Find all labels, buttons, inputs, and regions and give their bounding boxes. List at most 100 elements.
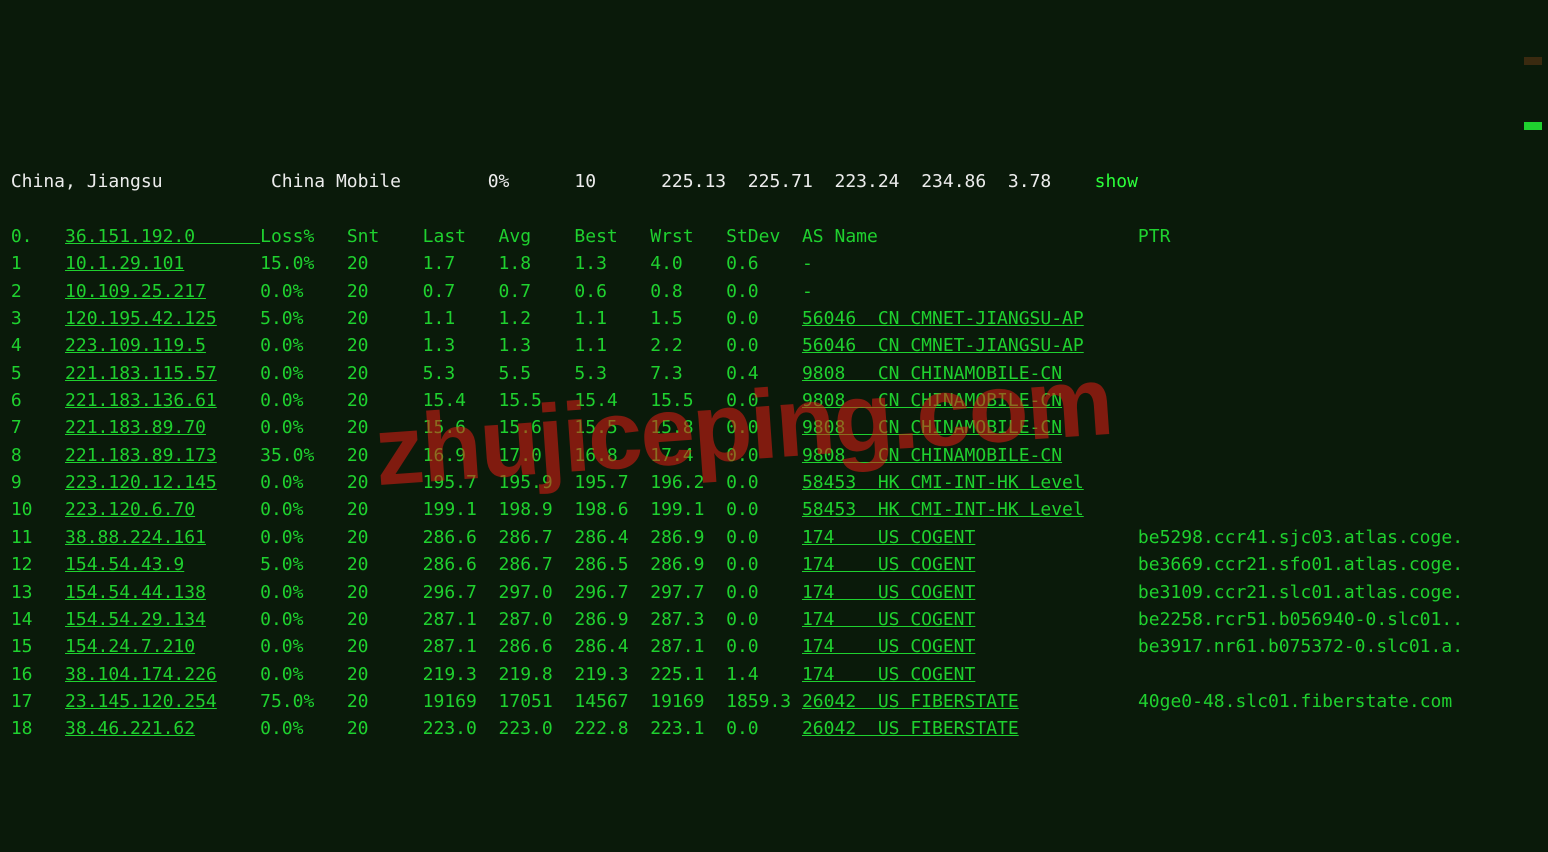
hop-asname[interactable]: 174 US COGENT: [802, 527, 975, 548]
pad: [975, 609, 1138, 630]
hop-asname[interactable]: 174 US COGENT: [802, 554, 975, 575]
hop-row: 10 223.120.6.70 0.0% 20 199.1 198.9 198.…: [0, 496, 1548, 523]
hop-number: 17: [11, 691, 65, 712]
hop-host[interactable]: 223.120.12.145: [65, 472, 217, 493]
hop-asname[interactable]: 9808 CN CHINAMOBILE-CN: [802, 417, 1062, 438]
hop-avg: 15.5: [499, 390, 575, 411]
hop-asname[interactable]: 58453 HK CMI-INT-HK Level: [802, 472, 1084, 493]
hop-avg: 219.8: [499, 664, 575, 685]
hop-loss: 0.0%: [260, 335, 347, 356]
summary-last: 225.13: [661, 171, 748, 192]
hop-snt: 20: [347, 718, 423, 739]
hop-asname[interactable]: 9808 CN CHINAMOBILE-CN: [802, 390, 1062, 411]
hop-host[interactable]: 38.46.221.62: [65, 718, 195, 739]
pad: [975, 636, 1138, 657]
hop-host[interactable]: 221.183.136.61: [65, 390, 217, 411]
hop-avg: 5.5: [499, 363, 575, 384]
hop-stdev: 0.0: [726, 582, 802, 603]
hop-asn: -: [802, 253, 813, 274]
hop-number: 1: [11, 253, 65, 274]
hop-host[interactable]: 10.1.29.101: [65, 253, 184, 274]
hop-asname[interactable]: 58453 HK CMI-INT-HK Level: [802, 499, 1084, 520]
hop-row: 16 38.104.174.226 0.0% 20 219.3 219.8 21…: [0, 661, 1548, 688]
hop-host[interactable]: 154.24.7.210: [65, 636, 195, 657]
hop-asname[interactable]: 26042 US FIBERSTATE: [802, 691, 1019, 712]
hop-ptr: be3669.ccr21.sfo01.atlas.coge.: [1138, 554, 1463, 575]
hop-number: 4: [11, 335, 65, 356]
hop-wrst: 196.2: [650, 472, 726, 493]
hop-avg: 223.0: [499, 718, 575, 739]
hop-last: 1.1: [423, 308, 499, 329]
hop-host[interactable]: 154.54.43.9: [65, 554, 184, 575]
hop-host[interactable]: 38.104.174.226: [65, 664, 217, 685]
hop-wrst: 2.2: [650, 335, 726, 356]
hop-host[interactable]: 154.54.44.138: [65, 582, 206, 603]
hop-avg: 1.8: [499, 253, 575, 274]
hop-asname[interactable]: 26042 US FIBERSTATE: [802, 718, 1019, 739]
pad: [813, 281, 1138, 302]
hop-snt: 20: [347, 335, 423, 356]
hop-avg: 15.6: [499, 417, 575, 438]
hop-stdev: 1859.3: [726, 691, 802, 712]
hop-last: 287.1: [423, 636, 499, 657]
hop-best: 16.8: [574, 445, 650, 466]
hop-asname[interactable]: 9808 CN CHINAMOBILE-CN: [802, 363, 1062, 384]
hop-last: 1.7: [423, 253, 499, 274]
hop-best: 198.6: [574, 499, 650, 520]
hop-snt: 20: [347, 691, 423, 712]
hop-row: 6 221.183.136.61 0.0% 20 15.4 15.5 15.4 …: [0, 387, 1548, 414]
hop-best: 222.8: [574, 718, 650, 739]
hop-best: 286.9: [574, 609, 650, 630]
hop-host[interactable]: 10.109.25.217: [65, 281, 206, 302]
hop-host[interactable]: 23.145.120.254: [65, 691, 217, 712]
hop-last: 286.6: [423, 527, 499, 548]
pad: [217, 390, 260, 411]
hop-wrst: 223.1: [650, 718, 726, 739]
hop-asname[interactable]: 174 US COGENT: [802, 636, 975, 657]
hop-best: 286.4: [574, 527, 650, 548]
indicator-box: [1524, 122, 1542, 130]
pad: [195, 499, 260, 520]
hop-avg: 286.7: [499, 554, 575, 575]
hop-host[interactable]: 223.120.6.70: [65, 499, 195, 520]
hop-wrst: 4.0: [650, 253, 726, 274]
header-best: Best: [574, 226, 650, 247]
hop-asname[interactable]: 56046 CN CMNET-JIANGSU-AP: [802, 335, 1084, 356]
hop-host[interactable]: 120.195.42.125: [65, 308, 217, 329]
hop-loss: 5.0%: [260, 554, 347, 575]
hop-host[interactable]: 154.54.29.134: [65, 609, 206, 630]
hop-asname[interactable]: 174 US COGENT: [802, 582, 975, 603]
hop-host[interactable]: 223.109.119.5: [65, 335, 206, 356]
hop-asname[interactable]: 174 US COGENT: [802, 609, 975, 630]
hop-best: 15.4: [574, 390, 650, 411]
hop-best: 1.3: [574, 253, 650, 274]
hop-asname[interactable]: 9808 CN CHINAMOBILE-CN: [802, 445, 1062, 466]
hop-asname[interactable]: 56046 CN CMNET-JIANGSU-AP: [802, 308, 1084, 329]
hop-number: 12: [11, 554, 65, 575]
hop-host[interactable]: 221.183.89.173: [65, 445, 217, 466]
hop-row: 18 38.46.221.62 0.0% 20 223.0 223.0 222.…: [0, 715, 1548, 742]
show-link[interactable]: show: [1095, 171, 1138, 192]
hop-last: 1.3: [423, 335, 499, 356]
pad: [1062, 417, 1138, 438]
hop-best: 1.1: [574, 335, 650, 356]
hop-loss: 0.0%: [260, 390, 347, 411]
hop-number: 15: [11, 636, 65, 657]
hop-host[interactable]: 221.183.115.57: [65, 363, 217, 384]
hop-snt: 20: [347, 472, 423, 493]
hop-host[interactable]: 38.88.224.161: [65, 527, 206, 548]
hop-snt: 20: [347, 390, 423, 411]
pad: [206, 527, 260, 548]
hop-best: 296.7: [574, 582, 650, 603]
pad: [1084, 335, 1138, 356]
hop-number: 9: [11, 472, 65, 493]
hop-stdev: 0.0: [726, 335, 802, 356]
header-ptr: PTR: [1138, 226, 1171, 247]
hop-host[interactable]: 221.183.89.70: [65, 417, 206, 438]
summary-stdev: 3.78: [1008, 171, 1095, 192]
hop-loss: 0.0%: [260, 417, 347, 438]
hop-asname[interactable]: 174 US COGENT: [802, 664, 975, 685]
hop-best: 14567: [574, 691, 650, 712]
hop-best: 15.5: [574, 417, 650, 438]
hop-loss: 15.0%: [260, 253, 347, 274]
